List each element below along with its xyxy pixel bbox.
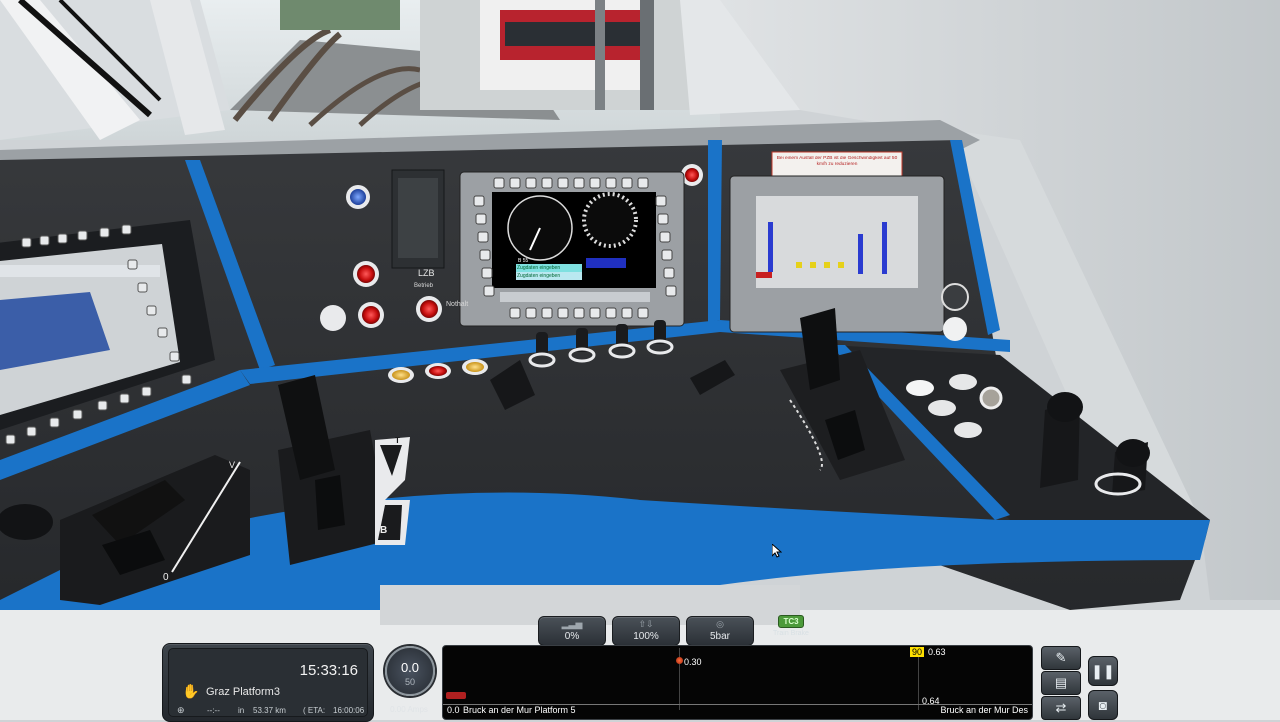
- train-brake-button[interactable]: TC3 Train Brake: [773, 615, 809, 643]
- distance-remaining: 53.37 km: [253, 706, 286, 715]
- hand-icon[interactable]: ✋: [182, 683, 199, 700]
- brake-scale-v: V: [229, 460, 236, 470]
- cab-screen-mode: B 55: [518, 258, 529, 264]
- speed-limit: 50: [404, 677, 415, 687]
- station-left: Bruck an der Mur Platform 5: [463, 705, 576, 715]
- stat-power-button[interactable]: ▂▃▅ 0%: [538, 616, 606, 646]
- game-clock: 15:33:16: [299, 662, 358, 679]
- throttle-scale-t: T: [395, 436, 400, 445]
- speedometer: 0.0 50 0.00 Amps: [382, 643, 435, 720]
- coupling-button[interactable]: ⇄: [1041, 696, 1081, 720]
- track-monitor: 0.30 90 0.63 0.64 0.0 Bruck an der Mur P…: [442, 645, 1033, 720]
- track-marker-line: [918, 648, 919, 710]
- in-label: in: [238, 706, 245, 715]
- signal-distance: 0.30: [684, 657, 702, 667]
- pause-button[interactable]: ❚❚: [1088, 656, 1118, 686]
- betrieb-label: Betrieb: [414, 283, 434, 289]
- stat-reverser-value: 100%: [633, 631, 659, 642]
- map-button[interactable]: ✎: [1041, 646, 1081, 670]
- brake-scale-0: 0: [163, 572, 169, 583]
- speed-limit-sign: 90: [910, 647, 925, 657]
- stat-brake-pressure-button[interactable]: ◎ 5bar: [686, 616, 754, 646]
- current-distance: 0.0: [447, 705, 460, 715]
- coupling-icon: ⇄: [1055, 700, 1067, 715]
- info-panel-inner: 15:33:16 ✋ Graz Platform3 ⊕ --:-- in 53.…: [168, 648, 368, 717]
- cab-screen-text-2: Zugdaten eingeben: [517, 273, 561, 279]
- stat-reverser-button[interactable]: ⇧⇩ 100%: [612, 616, 680, 646]
- train-brake-indicator: TC3: [778, 615, 804, 628]
- signal-icon: [676, 657, 683, 664]
- timetable-icon: ▤: [1054, 675, 1068, 690]
- nothalt-label: Nothalt: [446, 301, 469, 308]
- throttle-scale-b: B: [380, 525, 388, 536]
- amps-readout: 0.00 Amps: [390, 705, 428, 714]
- current-speed: 0.0: [400, 660, 420, 675]
- pause-icon: ❚❚: [1091, 663, 1115, 679]
- eta-dashes: --:--: [207, 706, 220, 715]
- timetable-button[interactable]: ▤: [1041, 671, 1081, 695]
- lzb-label: LZB: [418, 268, 435, 278]
- destination-label: Graz Platform3: [206, 686, 280, 698]
- locomotive-icon: [446, 692, 466, 699]
- speed-dial: 0.0 50: [385, 646, 435, 696]
- cab-screen-text-1: Zugdaten eingeben: [517, 265, 561, 271]
- camera-button[interactable]: ◙: [1088, 690, 1118, 720]
- lower-distance: 0.64: [922, 696, 940, 706]
- eta-time: 16:00:06: [333, 706, 365, 715]
- brake-gauge-icon: ◎: [716, 619, 724, 629]
- station-right: Bruck an der Mur Des: [940, 705, 1028, 715]
- limit-distance: 0.63: [928, 647, 946, 657]
- signal-bars-icon: ▂▃▅: [561, 619, 583, 629]
- eta-label: ( ETA:: [303, 706, 326, 715]
- map-icon: ✎: [1055, 650, 1067, 665]
- train-brake-label: Train Brake: [773, 630, 809, 637]
- mouse-cursor-icon: [772, 544, 782, 558]
- camera-icon: ◙: [1098, 697, 1108, 713]
- stat-brake-pressure-value: 5bar: [709, 631, 730, 642]
- reverser-arrows-icon: ⇧⇩: [638, 619, 654, 629]
- info-panel: 15:33:16 ✋ Graz Platform3 ⊕ --:-- in 53.…: [162, 643, 374, 722]
- cab-scene: [0, 0, 1280, 720]
- globe-icon: ⊕: [177, 705, 185, 715]
- pzb-notice: Bei einem Ausfall der PZB ist die Geschw…: [776, 156, 898, 167]
- stat-power-value: 0%: [564, 631, 580, 642]
